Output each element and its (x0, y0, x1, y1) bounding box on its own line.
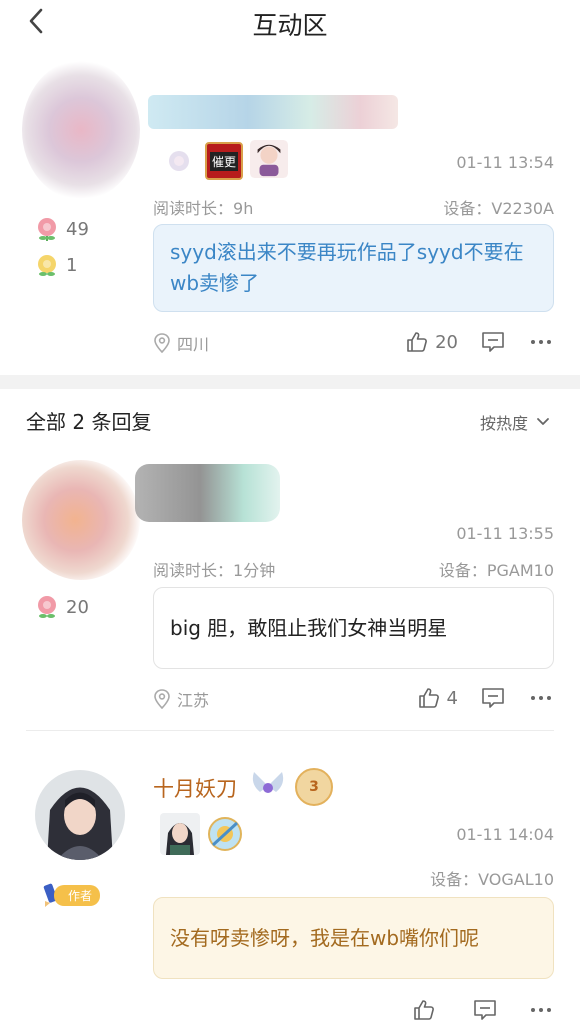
more-button[interactable] (528, 686, 554, 710)
device-info: 设备：PGAM10 (438, 561, 554, 580)
flower-count: 20 (34, 594, 89, 620)
comment-icon (474, 1000, 496, 1020)
flower-count: 49 (34, 216, 89, 242)
username-blurred[interactable] (135, 464, 280, 522)
comment-time: 01-11 13:55 (456, 524, 554, 543)
comment-text: syyd滚出来不要再玩作品了syyd不要在wb卖惨了 (153, 224, 554, 312)
location: 四川 (153, 331, 209, 355)
top-bar: 互动区 (0, 0, 580, 54)
avatar[interactable] (22, 460, 140, 580)
flower-icon (38, 218, 56, 241)
comment-actions: 20 (405, 330, 554, 354)
like-button[interactable]: 4 (417, 686, 458, 710)
reply-text: 没有呀卖惨呀，我是在wb嘴你们呢 (153, 897, 554, 979)
like-button[interactable]: 20 (405, 330, 458, 354)
thumbs-up-icon (407, 332, 428, 352)
thumbs-up-icon (414, 1000, 434, 1020)
yellow-flower-icon (38, 255, 56, 276)
more-dots-icon (531, 696, 551, 700)
coin-count: 1 (34, 252, 77, 278)
username-blurred[interactable] (148, 95, 398, 129)
more-dots-icon (531, 340, 551, 344)
level-badge: 3 (295, 768, 333, 806)
comment-icon (482, 332, 504, 352)
comment-time: 01-11 14:04 (456, 825, 554, 844)
urge-update-badge-icon: 催更 (205, 142, 243, 180)
device-info: 设备：V2230A (443, 199, 554, 218)
reply-divider (26, 730, 554, 731)
read-duration: 阅读时长：1分钟 (153, 561, 276, 580)
comment-time: 01-11 13:54 (456, 153, 554, 172)
author-name[interactable]: 十月妖刀 (153, 773, 237, 803)
character-badge-icon (160, 813, 200, 855)
flower-badge-icon (169, 151, 189, 171)
more-button[interactable] (528, 330, 554, 354)
reply-button[interactable] (480, 330, 506, 354)
flower-icon (38, 596, 56, 618)
author-tag: 作者 (40, 882, 101, 908)
reply-text: big 胆，敢阻止我们女神当明星 (153, 587, 554, 669)
location-pin-icon (154, 689, 170, 709)
more-button[interactable] (528, 998, 554, 1022)
like-button[interactable] (412, 998, 442, 1022)
device-info: 设备：VOGAL10 (430, 870, 554, 889)
chevron-down-icon (537, 418, 549, 425)
reply-button[interactable] (472, 998, 498, 1022)
wings-badge-icon (252, 772, 284, 793)
location: 江苏 (153, 687, 209, 711)
replies-count: 全部 2 条回复 (26, 410, 152, 434)
more-dots-icon (531, 1008, 551, 1012)
medal-badge-icon (208, 817, 242, 851)
comment-actions (412, 998, 554, 1022)
character-badge-icon (250, 140, 288, 178)
comment-icon (482, 688, 504, 708)
section-divider (0, 375, 580, 389)
read-duration: 阅读时长：9h (153, 199, 254, 218)
reply-button[interactable] (480, 686, 506, 710)
avatar[interactable] (22, 60, 140, 200)
comment-actions: 4 (417, 686, 554, 710)
thumbs-up-icon (418, 688, 439, 708)
location-pin-icon (154, 333, 170, 353)
author-avatar[interactable] (35, 770, 125, 860)
page-title: 互动区 (252, 11, 328, 40)
sort-dropdown[interactable]: 按热度 (480, 410, 550, 434)
